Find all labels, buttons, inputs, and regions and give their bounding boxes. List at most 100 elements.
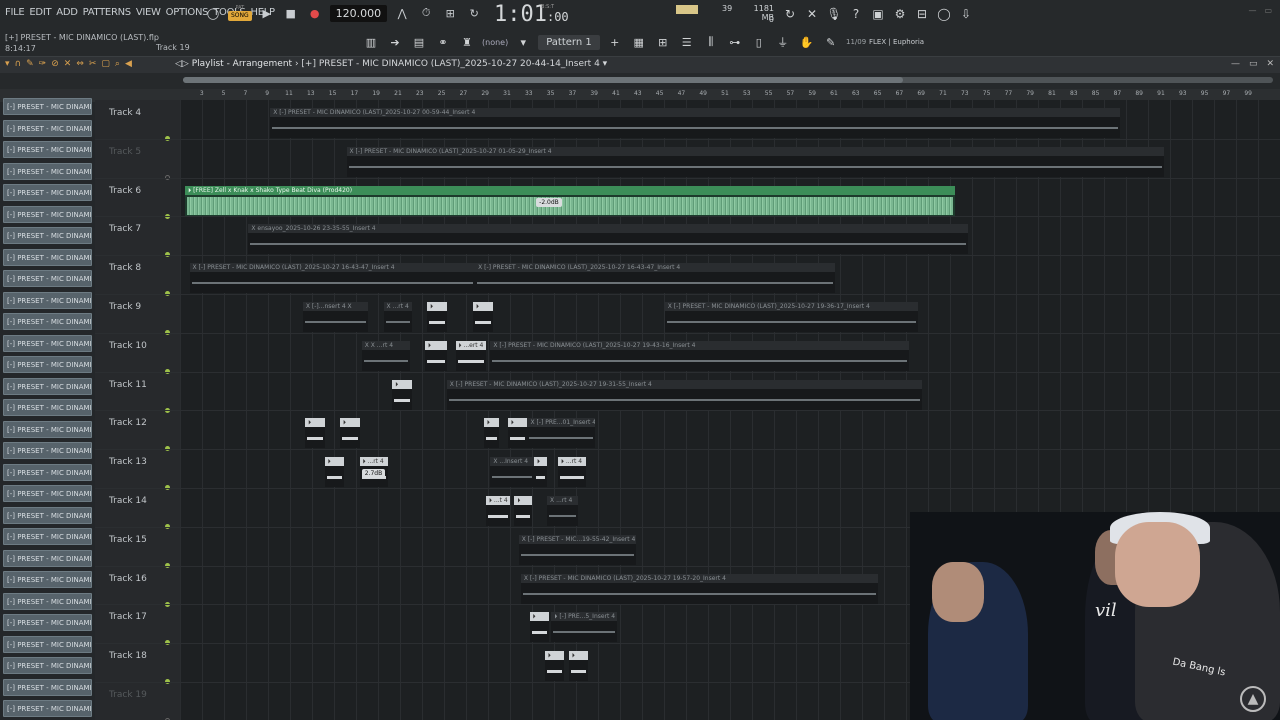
hand-icon[interactable]: ✋ bbox=[798, 33, 816, 51]
channel-button[interactable]: [-] PRESET - MIC DINAMI bbox=[3, 291, 92, 309]
menu-arrow-icon[interactable]: ▾ bbox=[5, 59, 10, 69]
track-label[interactable]: Track 10 bbox=[109, 341, 147, 351]
slice-icon[interactable]: ✂ bbox=[89, 59, 97, 69]
play-icon[interactable]: ▶ bbox=[258, 4, 276, 22]
audio-clip[interactable]: X [-] PRESET - MIC DINAMICO (LAST)_2025-… bbox=[446, 379, 922, 410]
channel-button[interactable]: [-] PRESET - MIC DINAMI bbox=[3, 399, 92, 416]
channel-button[interactable]: [-] PRESET - MIC DINAMI bbox=[3, 506, 92, 524]
channel-button[interactable]: [-] PRESET - MIC DINAMI bbox=[3, 614, 92, 631]
chevron-down-icon[interactable]: ▾ bbox=[514, 33, 532, 51]
track-label[interactable]: Track 7 bbox=[109, 224, 141, 234]
tempo-display[interactable]: 120.000 bbox=[329, 4, 388, 22]
audio-clip[interactable]: X [-] PRESET - MIC DINAMICO (LAST)_2025-… bbox=[346, 146, 1164, 177]
channel-button[interactable]: [-] PRESET - MIC DINAMI bbox=[3, 485, 92, 502]
track-label[interactable]: Track 6 bbox=[109, 186, 141, 196]
channel-button[interactable]: [-] PRESET - MIC DINAMI bbox=[3, 248, 92, 266]
track-label[interactable]: Track 16 bbox=[109, 574, 147, 584]
snap-selector[interactable]: (none) bbox=[482, 38, 508, 47]
menu-item-file[interactable]: FILE bbox=[5, 7, 25, 18]
track-label[interactable]: Track 18 bbox=[109, 651, 147, 661]
magnet-icon[interactable]: ∩ bbox=[15, 59, 22, 69]
mixer-window-icon[interactable]: ☰ bbox=[678, 33, 696, 51]
metronome-small-icon[interactable]: ▤ bbox=[410, 33, 428, 51]
maximize-icon[interactable]: ▭ bbox=[1249, 59, 1258, 69]
audio-clip[interactable]: X ...rt 4 bbox=[383, 302, 412, 332]
channel-rack-icon[interactable]: ⊞ bbox=[654, 33, 672, 51]
slip-icon[interactable]: ⇔ bbox=[76, 59, 84, 69]
zoom-icon[interactable]: ⌕ bbox=[115, 59, 120, 69]
audio-clip[interactable]: ⏵ bbox=[568, 651, 589, 682]
audio-clip[interactable]: ⏵ bbox=[529, 612, 550, 643]
channel-button[interactable]: [-] PRESET - MIC DINAMI bbox=[3, 549, 92, 567]
channel-button[interactable]: [-] PRESET - MIC DINAMI bbox=[3, 313, 92, 330]
track-label[interactable]: Track 17 bbox=[109, 612, 147, 622]
audio-clip[interactable]: X X ...rt 4 bbox=[361, 340, 410, 371]
channel-button[interactable]: [-] PRESET - MIC DINAMI bbox=[3, 592, 92, 610]
wait-input-icon[interactable]: ⏱ bbox=[417, 4, 435, 22]
channel-button[interactable]: [-] PRESET - MIC DINAMI bbox=[3, 678, 92, 696]
audio-clip[interactable]: X [-] PRE...01_Insert 4 bbox=[527, 418, 596, 449]
track-label[interactable]: Track 13 bbox=[109, 457, 147, 467]
audio-clip[interactable]: ⏵ bbox=[305, 418, 325, 449]
piano-keys-icon[interactable]: ▥ bbox=[362, 33, 380, 51]
channel-button[interactable]: [-] PRESET - MIC DINAMI bbox=[3, 528, 92, 545]
channel-button[interactable]: [-] PRESET - MIC DINAMI bbox=[3, 420, 92, 438]
microphone-icon[interactable]: 🎙 bbox=[825, 5, 843, 23]
channel-button[interactable]: [-] PRESET - MIC DINAMI bbox=[3, 334, 92, 352]
maximize-icon[interactable]: ▭ bbox=[1264, 6, 1272, 15]
audio-clip[interactable]: X [-] PRESET - MIC DINAMICO (LAST)_2025-… bbox=[520, 573, 879, 604]
audio-clip[interactable]: X [-] PRESET - MIC DINAMICO (LAST)_2025-… bbox=[475, 263, 835, 294]
metronome-icon[interactable]: ⋀ bbox=[393, 4, 411, 22]
tree-icon[interactable]: ⊶ bbox=[726, 33, 744, 51]
help-icon[interactable]: ? bbox=[847, 5, 865, 23]
song-position-clock[interactable]: 1:01:00 bbox=[494, 2, 569, 27]
record-icon[interactable]: ● bbox=[306, 4, 324, 22]
mute-icon[interactable]: ✕ bbox=[64, 59, 72, 69]
channel-button[interactable]: [-] PRESET - MIC DINAMI bbox=[3, 205, 92, 223]
audio-clip[interactable]: ⏵ bbox=[424, 340, 447, 371]
faders-icon[interactable]: ⫼ bbox=[702, 33, 720, 51]
close-icon[interactable]: ✕ bbox=[1266, 59, 1274, 69]
refresh-icon[interactable]: ↻ bbox=[781, 5, 799, 23]
channel-button[interactable]: [-] PRESET - MIC DINAMI bbox=[3, 442, 92, 459]
channel-button[interactable]: [-] PRESET - MIC DINAMI bbox=[3, 270, 92, 287]
channel-button[interactable]: [-] PRESET - MIC DINAMI bbox=[3, 700, 92, 717]
picker-icon[interactable]: ✎ bbox=[822, 33, 840, 51]
channel-button[interactable]: [-] PRESET - MIC DINAMI bbox=[3, 184, 92, 201]
chat-icon[interactable]: ◯ bbox=[935, 5, 953, 23]
audio-clip[interactable]: ⏵ ...ert 4 bbox=[455, 340, 487, 371]
track-label[interactable]: Track 9 bbox=[109, 302, 141, 312]
step-edit-icon[interactable]: ⊞ bbox=[441, 4, 459, 22]
audio-clip[interactable]: ⏵ bbox=[392, 379, 412, 410]
minimize-icon[interactable]: — bbox=[1231, 59, 1240, 69]
pattern-selector[interactable]: Pattern 1 bbox=[538, 34, 600, 50]
channel-button[interactable]: [-] PRESET - MIC DINAMI bbox=[3, 356, 92, 373]
tools-icon[interactable]: ✕ bbox=[803, 5, 821, 23]
audio-clip[interactable]: ⏵ bbox=[324, 457, 345, 488]
audio-clip-beat[interactable]: ⏵ [FREE] Zell x Knak x Shako Type Beat D… bbox=[185, 185, 955, 216]
plugin-plug-icon[interactable]: ⏚ bbox=[774, 33, 792, 51]
stop-icon[interactable]: ■ bbox=[282, 4, 300, 22]
audio-clip[interactable]: ⏵ [-] PRE...5_Insert 4 bbox=[551, 612, 617, 643]
plugin-icon[interactable]: ⚙ bbox=[891, 5, 909, 23]
audio-clip[interactable]: X [-] PRESET - MIC DINAMICO (LAST)_2025-… bbox=[189, 263, 476, 294]
audio-clip[interactable]: ⏵ bbox=[507, 418, 528, 449]
audio-clip[interactable]: X [-] PRESET - MIC DINAMICO (LAST)_2025-… bbox=[270, 108, 1121, 138]
pencil-icon[interactable]: ✎ bbox=[26, 59, 34, 69]
menu-item-patterns[interactable]: PATTERNS bbox=[83, 7, 132, 18]
menu-item-options[interactable]: OPTIONS bbox=[166, 7, 209, 18]
audio-clip[interactable]: ⏵ bbox=[483, 418, 500, 449]
scrollbar-thumb[interactable] bbox=[183, 77, 903, 83]
audio-clip[interactable]: ⏵ bbox=[472, 302, 493, 332]
stamp-icon[interactable]: ♜ bbox=[458, 33, 476, 51]
playlist-icon[interactable]: ▦ bbox=[630, 33, 648, 51]
audio-clip[interactable]: ⏵ bbox=[339, 418, 360, 449]
audio-clip[interactable]: X ensayoo_2025-10-26 23-35-55_Insert 4 bbox=[248, 224, 968, 255]
audio-clip[interactable]: ⏵ ...rt 4 bbox=[557, 457, 587, 488]
audio-clip[interactable]: ⏵ bbox=[533, 457, 548, 488]
channel-button[interactable]: [-] PRESET - MIC DINAMI bbox=[3, 162, 92, 180]
track-label[interactable]: Track 14 bbox=[109, 496, 147, 506]
track-label[interactable]: Track 11 bbox=[109, 380, 147, 390]
channel-button[interactable]: [-] PRESET - MIC DINAMI bbox=[3, 463, 92, 481]
channel-button[interactable]: [-] PRESET - MIC DINAMI bbox=[3, 377, 92, 395]
